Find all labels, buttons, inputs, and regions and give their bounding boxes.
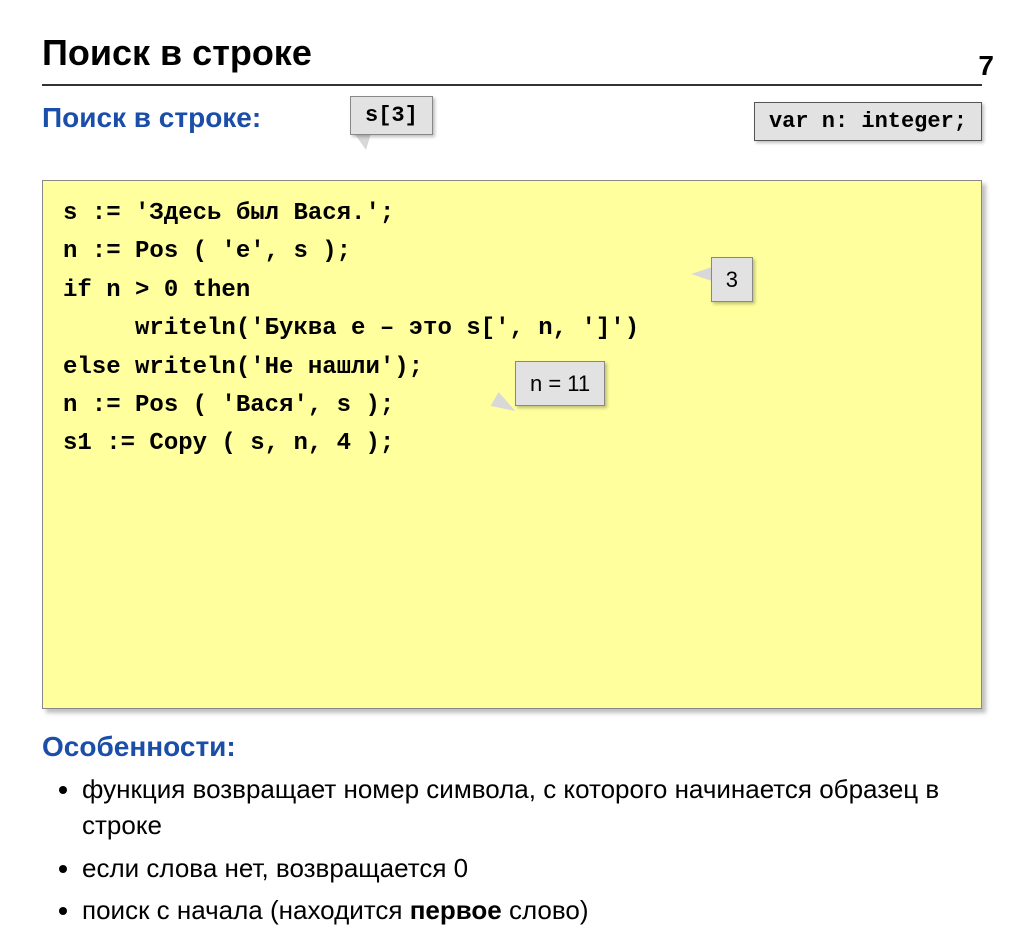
feature-item-1: функция возвращает номер символа, с кото… <box>82 771 982 844</box>
feature-3-bold: первое <box>410 895 502 925</box>
callout-s3: s[3] <box>350 96 433 135</box>
code-block: s := 'Здесь был Вася.'; n := Pos ( 'е', … <box>42 180 982 709</box>
features-heading: Особенности: <box>42 731 982 763</box>
feature-3-post: слово) <box>502 895 589 925</box>
feature-item-2: если слова нет, возвращается 0 <box>82 850 982 886</box>
title-rule <box>42 84 982 86</box>
code-text: s := 'Здесь был Вася.'; n := Pos ( 'е', … <box>63 200 639 457</box>
page-title: Поиск в строке <box>42 32 1024 74</box>
var-declaration-box: var n: integer; <box>754 102 982 141</box>
features-list: функция возвращает номер символа, с кото… <box>82 771 982 929</box>
content-area: Поиск в строке: s[3] var n: integer; s :… <box>0 102 1024 929</box>
feature-item-3: поиск с начала (находится первое слово) <box>82 892 982 928</box>
feature-3-pre: поиск с начала (находится <box>82 895 410 925</box>
annot-n11: n = 11 <box>515 361 605 406</box>
annot-3: 3 <box>711 257 753 302</box>
page-number: 7 <box>978 50 994 82</box>
